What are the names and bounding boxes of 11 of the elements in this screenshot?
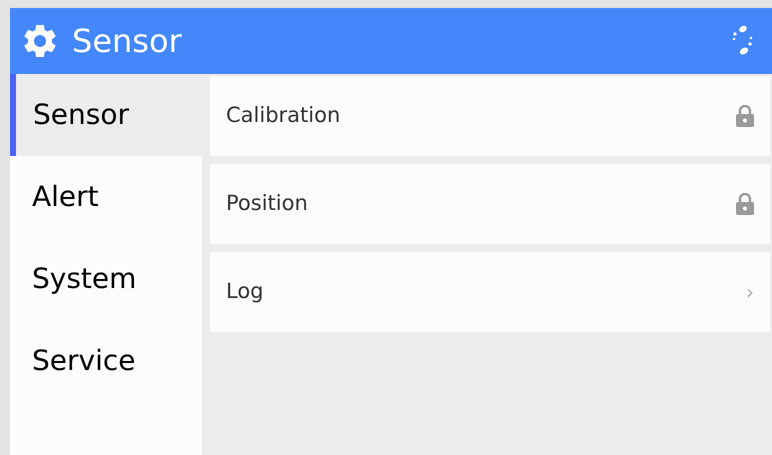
header-title: Sensor <box>72 25 182 57</box>
lock-icon <box>736 105 754 127</box>
lock-icon <box>736 193 754 215</box>
row-label: Log <box>226 278 264 306</box>
sidebar-item[interactable]: Sensor <box>10 74 202 156</box>
settings-row[interactable]: Calibration <box>210 76 770 156</box>
row-label: Position <box>226 190 308 218</box>
row-label: Calibration <box>226 102 340 130</box>
settings-row[interactable]: Log › <box>210 252 770 332</box>
settings-row[interactable]: Position <box>210 164 770 244</box>
chevron-icon: › <box>746 282 754 302</box>
